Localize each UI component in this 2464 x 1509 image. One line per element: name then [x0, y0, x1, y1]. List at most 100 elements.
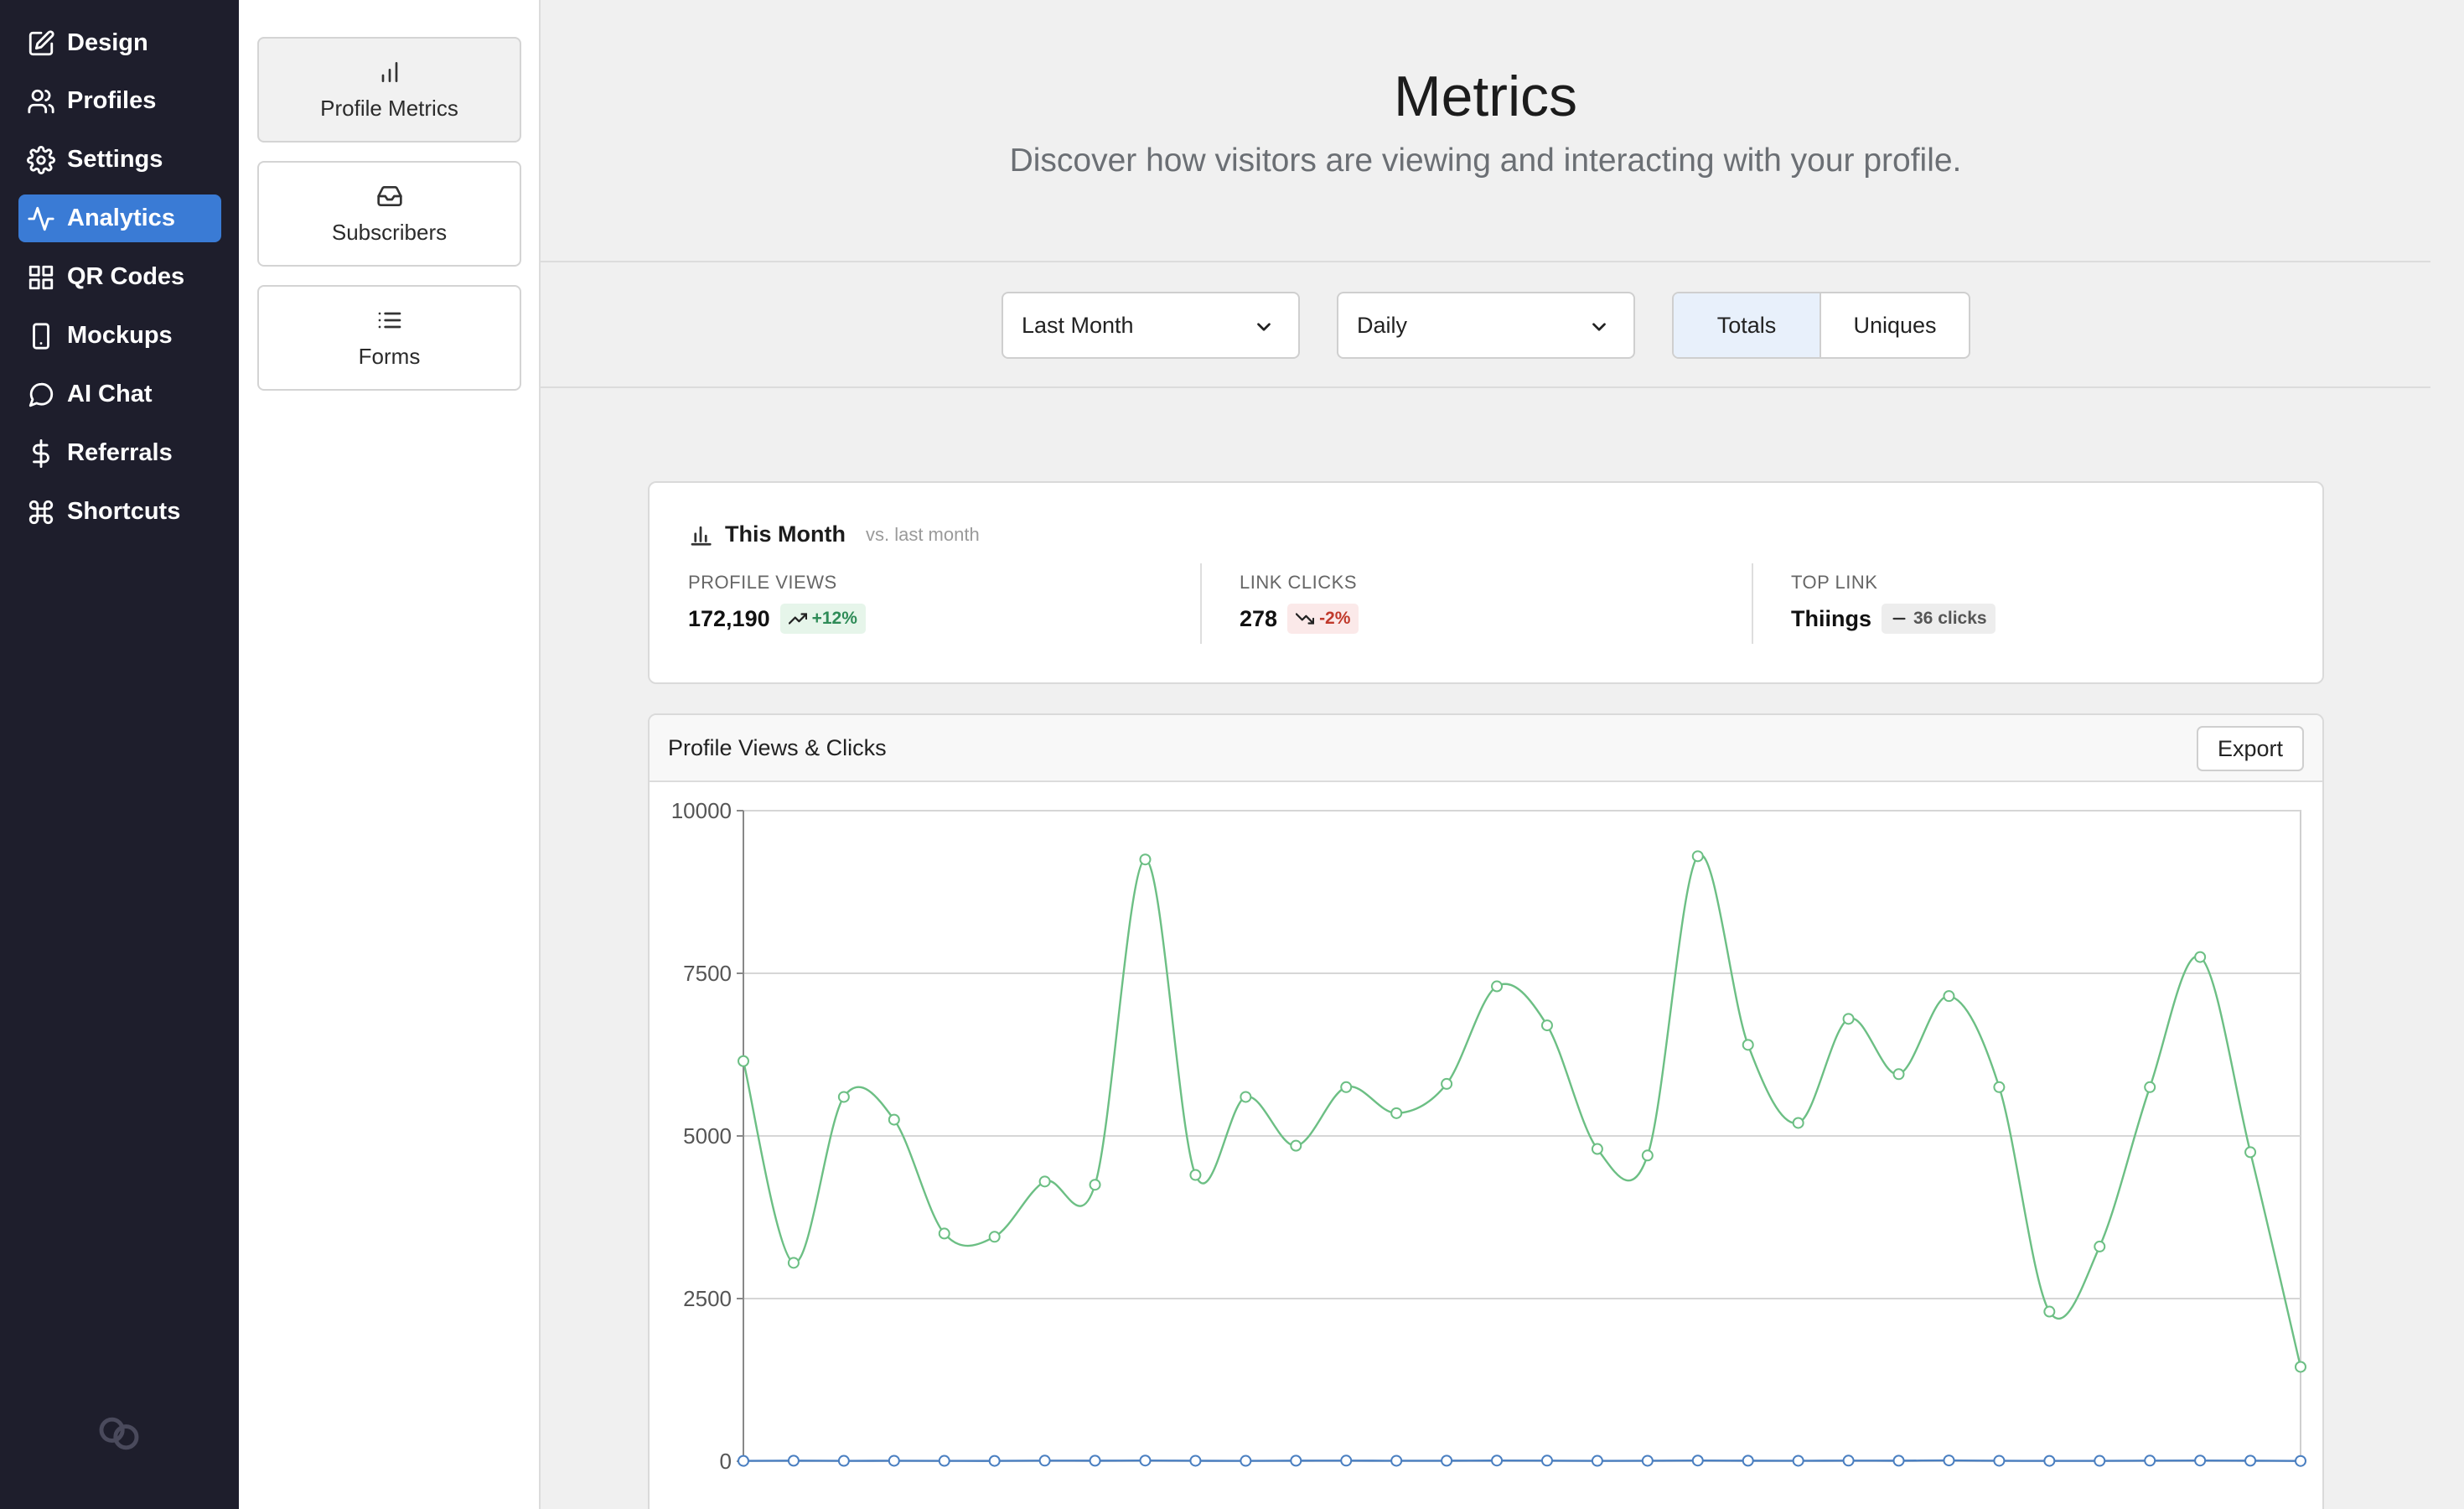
- summary-card: This Month vs. last month PROFILE VIEWS …: [648, 481, 2324, 684]
- data-point: [2194, 951, 2207, 963]
- nav-item-mockups[interactable]: Mockups: [18, 312, 221, 360]
- dollar-icon: [33, 438, 49, 468]
- stat-label: PROFILE VIEWS: [688, 572, 837, 593]
- data-point: [1290, 1455, 1302, 1467]
- data-point: [1943, 1455, 1955, 1467]
- main-content: Metrics Discover how visitors are viewin…: [541, 0, 2464, 1509]
- data-point: [1691, 1455, 1704, 1467]
- data-point: [1641, 1149, 1654, 1162]
- trending-down-icon: [1296, 613, 1315, 625]
- data-point: [1038, 1455, 1051, 1467]
- mode-toggle: Totals Uniques: [1672, 292, 1970, 359]
- stat-label: TOP LINK: [1791, 572, 1878, 593]
- interval-select-value: Daily: [1357, 312, 1408, 338]
- trend-text: -2%: [1319, 609, 1351, 628]
- chart-card: Profile Views & Clicks Export 0 2500 5000 7…: [648, 713, 2324, 1509]
- phone-icon: [33, 322, 49, 350]
- data-point: [1892, 1068, 1905, 1081]
- interval-select[interactable]: Daily: [1337, 292, 1635, 359]
- data-point: [837, 1091, 850, 1103]
- data-point: [988, 1455, 1001, 1467]
- nav-item-ai-chat[interactable]: AI Chat: [18, 371, 221, 418]
- data-point: [1691, 850, 1704, 863]
- nav-item-qr-codes[interactable]: QR Codes: [18, 253, 221, 301]
- data-point: [1540, 1455, 1553, 1467]
- trend-badge: 36 clicks: [1882, 604, 1996, 634]
- inbox-icon: [376, 185, 402, 206]
- data-point: [1290, 1139, 1302, 1152]
- data-point: [2244, 1146, 2257, 1159]
- stat-profile-views: PROFILE VIEWS 172,190 +12%: [688, 572, 866, 634]
- edit-icon: [28, 29, 54, 55]
- data-point: [1139, 1455, 1152, 1467]
- data-point: [1390, 1107, 1403, 1119]
- trending-up-icon: [788, 613, 807, 625]
- data-point: [1842, 1455, 1855, 1467]
- nav-item-label: Referrals: [67, 439, 173, 466]
- data-point: [888, 1113, 900, 1126]
- stat-value: 278: [1240, 605, 1278, 631]
- data-point: [2094, 1240, 2106, 1252]
- stat-value: Thiings: [1791, 605, 1871, 631]
- users-icon: [28, 89, 54, 113]
- nav-item-analytics[interactable]: Analytics: [18, 194, 221, 242]
- nav-item-shortcuts[interactable]: Shortcuts: [18, 488, 221, 536]
- summary-comparison: vs. last month: [865, 523, 980, 545]
- nav-item-label: Settings: [67, 146, 163, 173]
- analytics-subnav: Profile Metrics Subscribers Forms: [239, 0, 541, 1509]
- data-point: [1491, 980, 1504, 993]
- subnav-profile-metrics[interactable]: Profile Metrics: [257, 37, 521, 143]
- data-point: [1792, 1117, 1804, 1129]
- divider: [541, 386, 2430, 388]
- nav-item-design[interactable]: Design: [18, 19, 221, 67]
- mode-uniques-button[interactable]: Uniques: [1821, 293, 1969, 357]
- data-point: [2043, 1455, 2056, 1467]
- activity-icon: [28, 206, 54, 231]
- data-point: [1089, 1179, 1101, 1191]
- subnav-subscribers[interactable]: Subscribers: [257, 161, 521, 267]
- data-point: [2295, 1455, 2306, 1467]
- data-point: [2244, 1455, 2257, 1467]
- data-point: [1038, 1175, 1051, 1188]
- bar-chart-icon: [691, 526, 712, 546]
- data-point: [2194, 1455, 2207, 1467]
- grid-icon: [28, 265, 54, 289]
- data-point: [1591, 1455, 1603, 1467]
- data-point: [1591, 1143, 1603, 1155]
- nav-item-settings[interactable]: Settings: [18, 136, 221, 184]
- y-tick-label: 2500: [683, 1286, 732, 1311]
- range-select[interactable]: Last Month: [1002, 292, 1300, 359]
- data-point: [1340, 1455, 1353, 1467]
- data-point: [1742, 1039, 1754, 1051]
- data-point: [2144, 1455, 2156, 1467]
- y-tick-label: 0: [720, 1449, 732, 1474]
- brand-logo-icon[interactable]: [96, 1413, 142, 1454]
- data-point: [1189, 1169, 1202, 1181]
- data-point: [1240, 1091, 1252, 1103]
- data-point: [787, 1455, 800, 1467]
- y-tick-label: 7500: [683, 961, 732, 986]
- data-point: [1441, 1455, 1453, 1467]
- stat-top-link: TOP LINK Thiings 36 clicks: [1791, 572, 1996, 634]
- data-point: [2144, 1081, 2156, 1093]
- data-point: [837, 1455, 850, 1467]
- list-icon: [378, 312, 401, 328]
- y-tick-label: 5000: [683, 1123, 732, 1149]
- chevron-down-icon: [1257, 323, 1271, 331]
- series-line-1: [742, 853, 2302, 1367]
- data-point: [738, 1055, 749, 1067]
- chevron-down-icon: [1592, 323, 1606, 331]
- nav-item-profiles[interactable]: Profiles: [18, 77, 221, 125]
- command-icon: [28, 500, 54, 524]
- data-point: [1742, 1455, 1754, 1467]
- data-point: [1792, 1455, 1804, 1467]
- trend-text: +12%: [811, 609, 857, 628]
- subnav-forms[interactable]: Forms: [257, 285, 521, 391]
- main-nav: Design Profiles Settings Analytics QR Co…: [0, 0, 239, 1509]
- data-point: [1441, 1077, 1453, 1090]
- nav-item-referrals[interactable]: Referrals: [18, 429, 221, 477]
- divider: [1200, 563, 1202, 644]
- data-point: [787, 1257, 800, 1269]
- mode-totals-button[interactable]: Totals: [1674, 293, 1821, 357]
- y-tick-label: 10000: [671, 798, 732, 823]
